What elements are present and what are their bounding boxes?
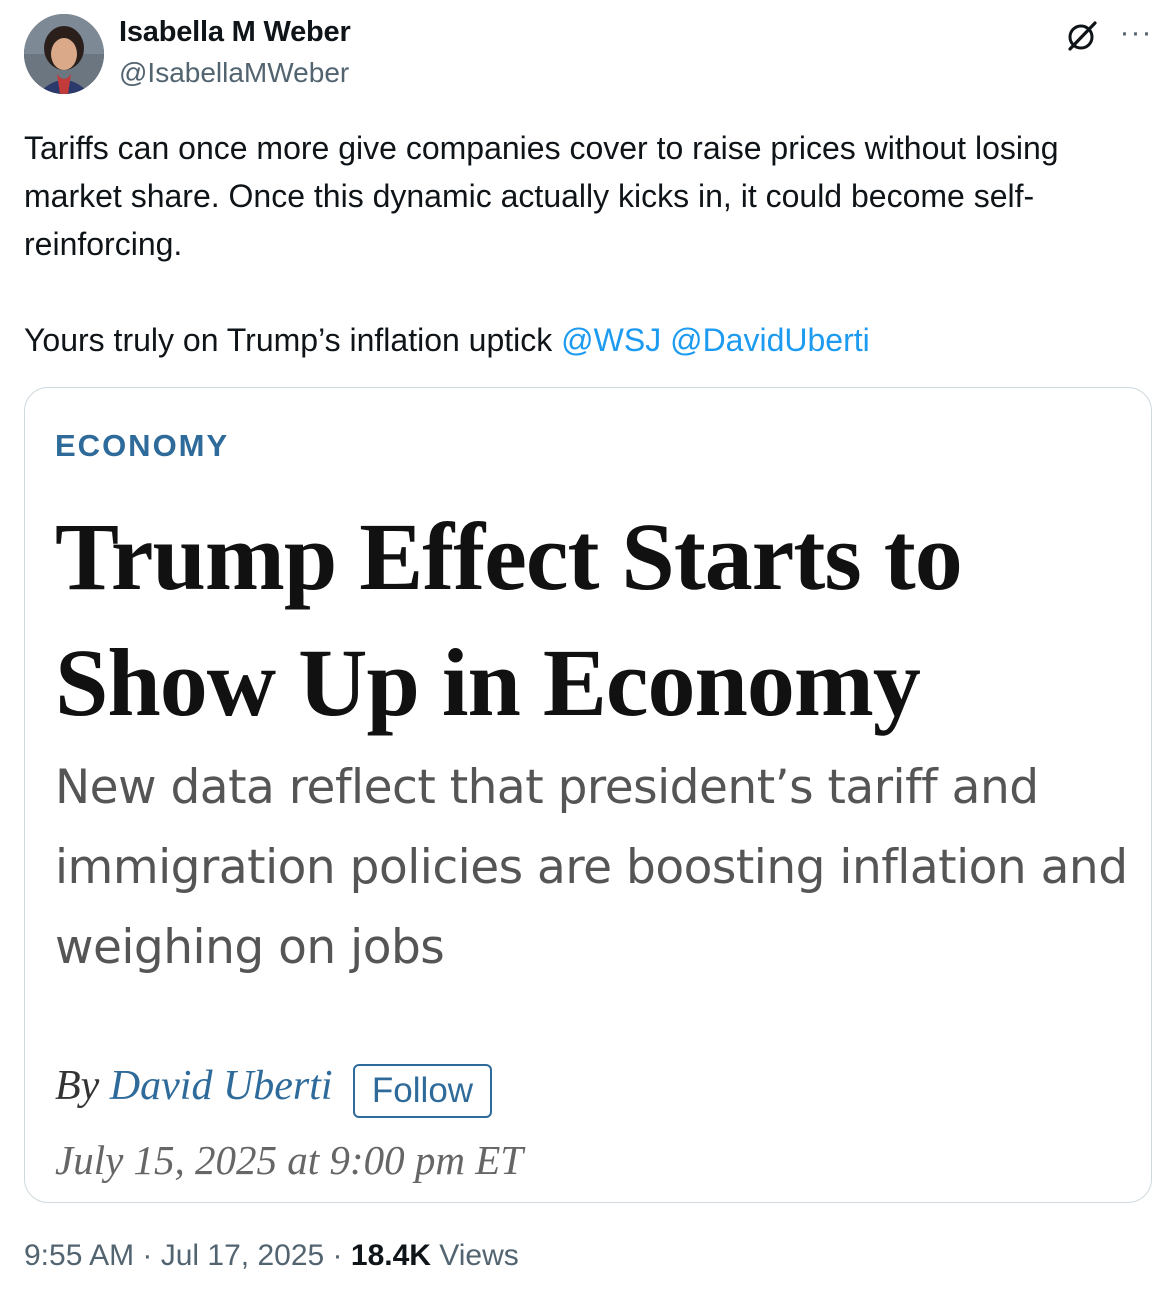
more-icon[interactable]: ··· [1116,18,1156,54]
follow-button[interactable]: Follow [353,1064,492,1118]
avatar[interactable] [24,14,104,94]
tweet-paragraph-text: Yours truly on Trump’s inflation uptick [24,322,562,358]
tweet-paragraph: Yours truly on Trump’s inflation uptick … [24,316,1144,364]
article-date: July 15, 2025 at 9:00 pm ET [55,1137,524,1183]
meta-separator: · [324,1239,351,1272]
article-card[interactable]: ECONOMY Trump Effect Starts to Show Up i… [24,387,1152,1203]
views-count: 18.4K [350,1239,431,1272]
tweet-time[interactable]: 9:55 AM [24,1239,134,1272]
grok-icon[interactable] [1064,18,1100,54]
views-label: Views [439,1239,519,1272]
tweet-date[interactable]: Jul 17, 2025 [161,1239,324,1272]
article-byline: By David Uberti [55,1062,333,1110]
author-display-name[interactable]: Isabella M Weber [119,16,351,49]
article-author-link[interactable]: David Uberti [110,1063,333,1109]
meta-separator: · [134,1239,161,1272]
mention-link[interactable]: @WSJ [561,322,661,358]
author-handle[interactable]: @IsabellaMWeber [119,57,349,89]
tweet-paragraph: Tariffs can once more give companies cov… [24,130,1059,262]
avatar-image [24,14,104,94]
article-headline: Trump Effect Starts to Show Up in Econom… [55,503,963,736]
tweet-text: Tariffs can once more give companies cov… [24,124,1144,364]
article-section-label: ECONOMY [55,428,230,463]
tweet-meta: 9:55 AM · Jul 17, 2025 · 18.4K Views [24,1239,519,1273]
mention-link[interactable]: @DavidUberti [670,322,870,358]
byline-prefix: By [55,1063,110,1109]
article-dek: New data reflect that president’s tariff… [55,760,1128,975]
